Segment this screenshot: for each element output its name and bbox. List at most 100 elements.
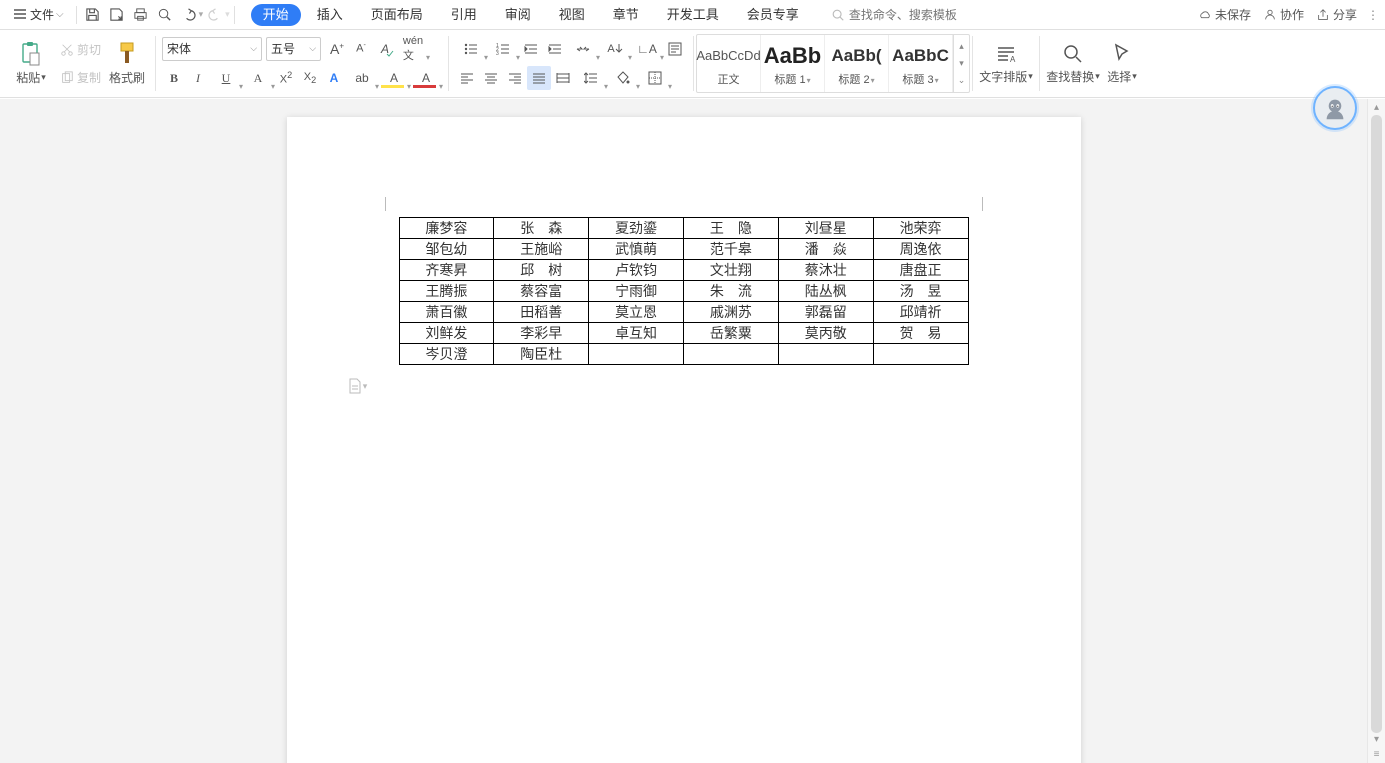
grow-font-button[interactable]: A+ (325, 37, 349, 61)
table-cell[interactable]: 岳繁粟 (683, 323, 778, 344)
numbering-button[interactable]: 123▾ (487, 37, 519, 61)
cut-button[interactable]: 剪切 (56, 36, 105, 64)
cn-layout-button[interactable]: ▾ (567, 37, 599, 61)
table-row[interactable]: 王腾振蔡容富宁雨御朱 流陆丛枫汤 昱 (399, 281, 968, 302)
strike-button[interactable]: A▾ (242, 66, 274, 90)
table-cell[interactable]: 廉梦容 (399, 218, 494, 239)
table-cell[interactable]: 郭磊留 (778, 302, 873, 323)
undo-button[interactable] (177, 3, 201, 27)
copy-button[interactable]: 复制 (56, 64, 105, 92)
align-center-button[interactable] (479, 66, 503, 90)
share-button[interactable]: 分享 (1316, 6, 1357, 23)
table-cell[interactable]: 武慎萌 (589, 239, 684, 260)
collaborate-button[interactable]: 协作 (1263, 6, 1304, 23)
format-painter-button[interactable]: 格式刷 (105, 34, 149, 93)
table-cell[interactable]: 刘昼星 (778, 218, 873, 239)
find-replace-button[interactable]: 查找替换▾ (1046, 34, 1100, 93)
tab-review[interactable]: 审阅 (493, 4, 543, 26)
save-button[interactable] (81, 3, 105, 27)
table-row[interactable]: 刘鲜发李彩早卓互知岳繁粟莫丙敬贺 易 (399, 323, 968, 344)
assistant-avatar[interactable] (1313, 86, 1357, 130)
scroll-menu-button[interactable]: ≡ (1368, 748, 1385, 760)
table-cell[interactable]: 汤 昱 (873, 281, 968, 302)
table-cell[interactable]: 陆丛枫 (778, 281, 873, 302)
justify-button[interactable] (527, 66, 551, 90)
scroll-up-button[interactable]: ▴ (1368, 99, 1385, 115)
table-cell[interactable]: 范千皋 (683, 239, 778, 260)
subscript-button[interactable]: X2 (298, 66, 322, 90)
table-cell[interactable]: 潘 焱 (778, 239, 873, 260)
table-cell[interactable]: 邹包幼 (399, 239, 494, 260)
style-heading2[interactable]: AaBb( 标题 2▾ (825, 35, 889, 92)
underline-button[interactable]: U▾ (210, 66, 242, 90)
table-cell[interactable]: 唐盘正 (873, 260, 968, 281)
table-row[interactable]: 邹包幼王施峪武慎萌范千皋潘 焱周逸依 (399, 239, 968, 260)
tab-pagelayout[interactable]: 页面布局 (359, 4, 435, 26)
scroll-track[interactable] (1371, 115, 1382, 733)
tab-home[interactable]: 开始 (251, 4, 301, 26)
superscript-button[interactable]: X2 (274, 66, 298, 90)
table-cell[interactable]: 张 森 (494, 218, 589, 239)
table-cell[interactable] (589, 344, 684, 365)
page[interactable]: 廉梦容张 森夏劲鎏王 隐刘昼星池荣弈邹包幼王施峪武慎萌范千皋潘 焱周逸依齐寒昇邱… (287, 117, 1081, 763)
tab-view[interactable]: 视图 (547, 4, 597, 26)
unsaved-indicator[interactable]: 未保存 (1198, 6, 1251, 23)
table-cell[interactable]: 邱靖祈 (873, 302, 968, 323)
bold-button[interactable]: B (162, 66, 186, 90)
page-options-button[interactable]: ▾ (347, 375, 369, 397)
change-case-button[interactable]: ab▾ (346, 66, 378, 90)
styles-expand[interactable]: ▴ ▾ ⌄ (953, 35, 969, 92)
table-row[interactable]: 萧百徽田稻善莫立恩戚渊苏郭磊留邱靖祈 (399, 302, 968, 323)
table-cell[interactable]: 蔡容富 (494, 281, 589, 302)
table-cell[interactable]: 池荣弈 (873, 218, 968, 239)
vertical-scrollbar[interactable]: ▴ ▾ ≡ (1367, 99, 1385, 763)
table-cell[interactable]: 陶臣杜 (494, 344, 589, 365)
document-table[interactable]: 廉梦容张 森夏劲鎏王 隐刘昼星池荣弈邹包幼王施峪武慎萌范千皋潘 焱周逸依齐寒昇邱… (399, 217, 969, 365)
table-cell[interactable]: 王腾振 (399, 281, 494, 302)
line-spacing-button[interactable]: ▾ (575, 66, 607, 90)
redo-button[interactable] (203, 3, 227, 27)
table-cell[interactable]: 岑贝澄 (399, 344, 494, 365)
font-name-select[interactable]: 宋体⌵ (162, 37, 262, 61)
tab-references[interactable]: 引用 (439, 4, 489, 26)
bullets-button[interactable]: ▾ (455, 37, 487, 61)
table-cell[interactable]: 贺 易 (873, 323, 968, 344)
highlight-button[interactable]: A▾ (378, 66, 410, 90)
table-cell[interactable]: 朱 流 (683, 281, 778, 302)
file-menu[interactable]: 文件 ⌵ (6, 0, 72, 29)
shading-button[interactable]: ▾ (607, 66, 639, 90)
table-row[interactable]: 齐寒昇邱 树卢钦钧文壮翔蔡沐壮唐盘正 (399, 260, 968, 281)
table-cell[interactable]: 文壮翔 (683, 260, 778, 281)
table-cell[interactable]: 莫立恩 (589, 302, 684, 323)
decrease-indent-button[interactable] (519, 37, 543, 61)
clear-format-button[interactable]: A (373, 37, 397, 61)
document-canvas[interactable]: 廉梦容张 森夏劲鎏王 隐刘昼星池荣弈邹包幼王施峪武慎萌范千皋潘 焱周逸依齐寒昇邱… (0, 99, 1367, 763)
scroll-thumb[interactable] (1371, 115, 1382, 733)
table-cell[interactable]: 莫丙敬 (778, 323, 873, 344)
italic-button[interactable]: I (186, 66, 210, 90)
print-preview-button[interactable] (153, 3, 177, 27)
tab-chapter[interactable]: 章节 (601, 4, 651, 26)
print-button[interactable] (129, 3, 153, 27)
table-cell[interactable]: 邱 树 (494, 260, 589, 281)
borders-button[interactable]: ▾ (639, 66, 671, 90)
table-cell[interactable]: 周逸依 (873, 239, 968, 260)
table-cell[interactable]: 夏劲鎏 (589, 218, 684, 239)
text-layout-button[interactable]: A 文字排版▾ (979, 34, 1033, 93)
font-size-select[interactable]: 五号⌵ (266, 37, 321, 61)
tab-developer[interactable]: 开发工具 (655, 4, 731, 26)
select-button[interactable]: 选择▾ (1100, 34, 1144, 93)
increase-indent-button[interactable] (543, 37, 567, 61)
command-search[interactable] (831, 8, 1029, 22)
distribute-button[interactable] (551, 66, 575, 90)
table-cell[interactable]: 齐寒昇 (399, 260, 494, 281)
text-effects-button[interactable]: A (322, 66, 346, 90)
search-input[interactable] (849, 8, 1029, 22)
table-row[interactable]: 岑贝澄陶臣杜 (399, 344, 968, 365)
more-menu[interactable]: ⋮ (1367, 8, 1379, 22)
table-cell[interactable]: 王 隐 (683, 218, 778, 239)
table-cell[interactable]: 卓互知 (589, 323, 684, 344)
tab-member[interactable]: 会员专享 (735, 4, 811, 26)
table-cell[interactable]: 宁雨御 (589, 281, 684, 302)
table-cell[interactable]: 李彩早 (494, 323, 589, 344)
